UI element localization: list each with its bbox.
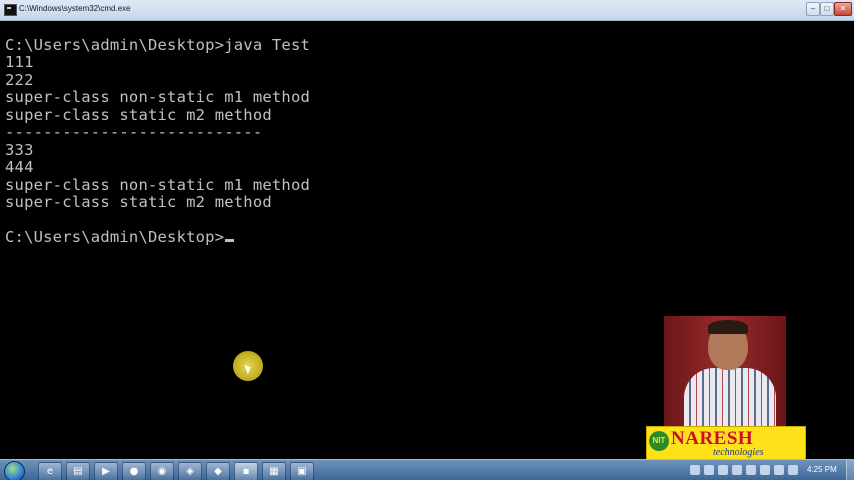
app-icon[interactable]: ◆ <box>206 462 230 480</box>
console-line: super-class static m2 method <box>5 193 272 211</box>
window-title: C:\Windows\system32\cmd.exe <box>19 4 131 13</box>
maximize-button[interactable]: □ <box>820 2 834 16</box>
console-line: 444 <box>5 158 34 176</box>
console-line: 222 <box>5 71 34 89</box>
console-line: --------------------------- <box>5 123 263 141</box>
tray-icon[interactable] <box>718 465 728 475</box>
naresh-logo: NIT NARESH technologies <box>646 426 806 460</box>
minimize-button[interactable]: – <box>806 2 820 16</box>
chrome-icon[interactable]: ◉ <box>150 462 174 480</box>
cmd-icon <box>4 4 17 16</box>
console-line: super-class static m2 method <box>5 106 272 124</box>
taskbar: e ▤ ▶ ● ◉ ◈ ◆ ▪ ▦ ▣ 4:25 PM <box>0 459 854 480</box>
console-line: 333 <box>5 141 34 159</box>
console-line: super-class non-static m1 method <box>5 176 311 194</box>
text-cursor <box>225 239 235 242</box>
tray-icon[interactable] <box>732 465 742 475</box>
firefox-icon[interactable]: ● <box>122 462 146 480</box>
console-line: 111 <box>5 53 34 71</box>
presenter-body <box>684 368 776 426</box>
ie-icon[interactable]: e <box>38 462 62 480</box>
presenter-hair <box>708 320 748 334</box>
console-prompt: C:\Users\admin\Desktop> <box>5 228 225 246</box>
console-line: super-class non-static m1 method <box>5 88 311 106</box>
explorer-icon[interactable]: ▤ <box>66 462 90 480</box>
notepad-icon[interactable]: ▦ <box>262 462 286 480</box>
console-line: C:\Users\admin\Desktop>java Test <box>5 36 311 54</box>
close-button[interactable]: ✕ <box>834 2 852 16</box>
app-icon[interactable]: ▣ <box>290 462 314 480</box>
start-button[interactable] <box>4 461 25 480</box>
taskbar-clock[interactable]: 4:25 PM <box>807 465 837 474</box>
logo-emblem-icon: NIT <box>649 431 669 451</box>
network-tray-icon[interactable] <box>760 465 770 475</box>
window-titlebar[interactable]: C:\Windows\system32\cmd.exe – □ ✕ <box>0 0 854 21</box>
logo-subtitle: technologies <box>713 447 764 458</box>
show-desktop-button[interactable] <box>846 460 854 480</box>
console-prompt-line: C:\Users\admin\Desktop> <box>5 228 235 246</box>
media-icon[interactable]: ▶ <box>94 462 118 480</box>
tray-icon[interactable] <box>704 465 714 475</box>
tray-icon[interactable] <box>746 465 756 475</box>
flag-icon[interactable] <box>774 465 784 475</box>
network-icon[interactable]: ◈ <box>178 462 202 480</box>
webcam-overlay <box>664 316 786 426</box>
cmd-taskbar-icon[interactable]: ▪ <box>234 462 258 480</box>
tray-icon[interactable] <box>690 465 700 475</box>
volume-icon[interactable] <box>788 465 798 475</box>
system-tray <box>680 463 805 478</box>
